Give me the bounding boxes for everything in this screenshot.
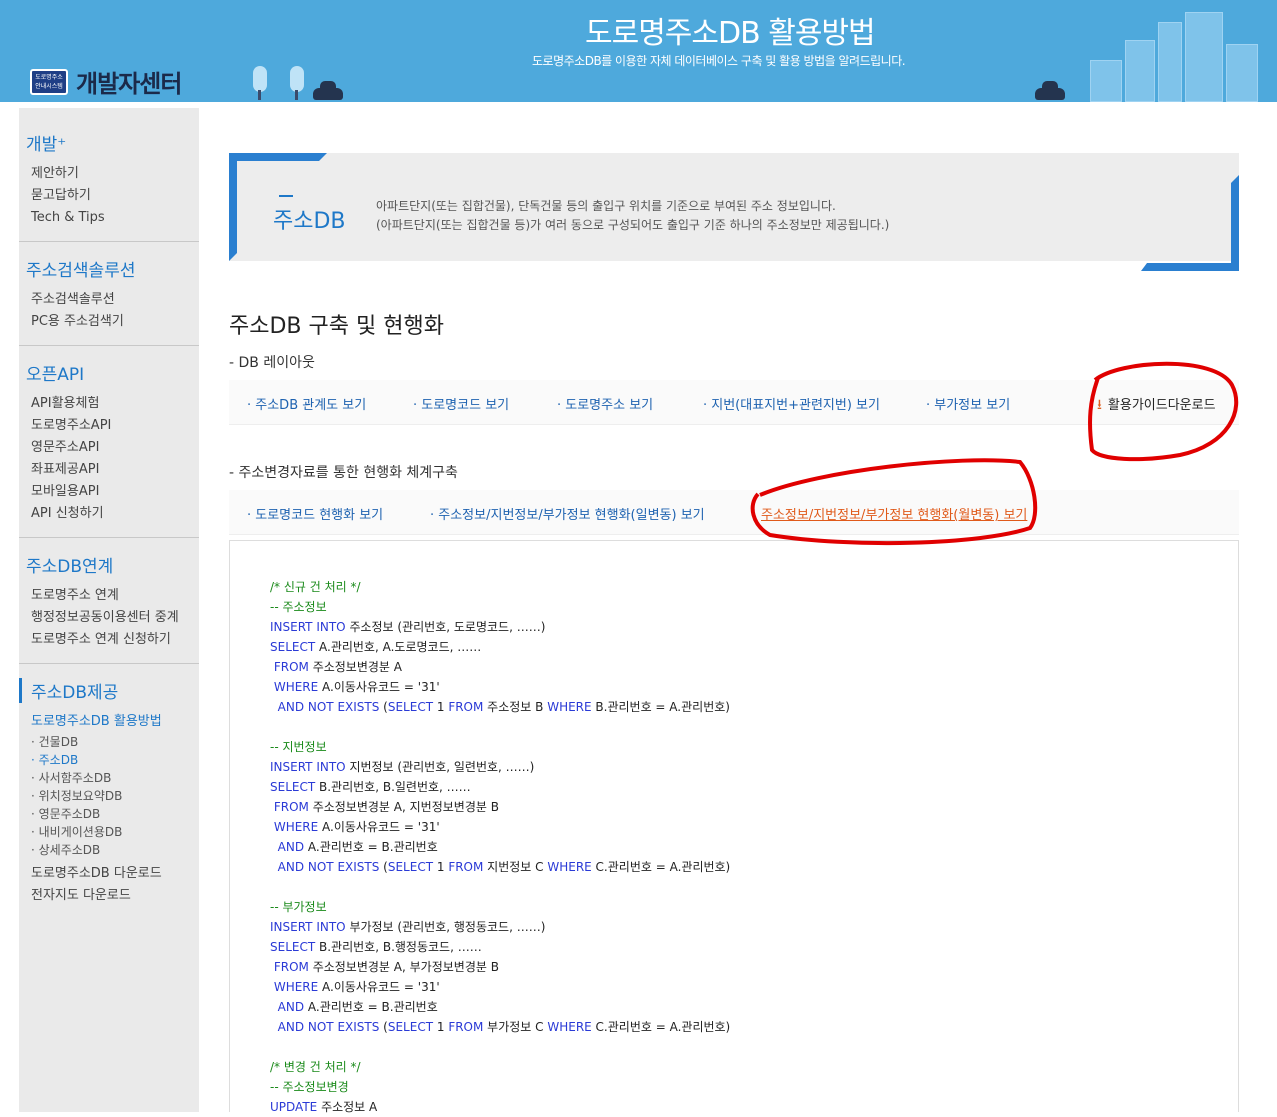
sidebar-link-active[interactable]: 도로명주소DB 활용방법: [19, 711, 199, 733]
section-heading: - DB 레이아웃: [229, 355, 315, 371]
sidebar: 개발⁺ 제안하기 묻고답하기 Tech & Tips 주소검색솔루션 주소검색솔…: [19, 108, 199, 1112]
tab-relation-diagram[interactable]: · 주소DB 관계도 보기: [247, 394, 366, 413]
tab-extra-info[interactable]: · 부가정보 보기: [926, 394, 1010, 413]
update-tab-bar: · 도로명코드 현행화 보기 · 주소정보/지번정보/부가정보 현행화(일변동)…: [229, 490, 1239, 535]
sql-code-block: /* 신규 건 처리 */ -- 주소정보 INSERT INTO 주소정보 (…: [229, 540, 1239, 1114]
banner-desc-line: (아파트단지(또는 집합건물 등)가 여러 동으로 구성되어도 출입구 기준 하…: [376, 218, 890, 232]
sidebar-section-db: 주소DB제공 도로명주소DB 활용방법 · 건물DB · 주소DB · 사서함주…: [19, 664, 199, 907]
sidebar-sublink[interactable]: · 영문주소DB: [19, 805, 199, 823]
layout-tab-bar: · 주소DB 관계도 보기 · 도로명코드 보기 · 도로명주소 보기 · 지번…: [229, 380, 1239, 425]
sidebar-link[interactable]: 주소검색솔루션: [19, 289, 199, 311]
sidebar-link[interactable]: API 신청하기: [19, 503, 199, 525]
sidebar-link[interactable]: 제안하기: [19, 163, 199, 185]
tab-daily-update[interactable]: · 주소정보/지번정보/부가정보 현행화(일변동) 보기: [430, 504, 705, 523]
car-decoration: [1035, 81, 1065, 100]
sidebar-section-title[interactable]: 주소검색솔루션: [19, 256, 199, 281]
sidebar-section-title-active[interactable]: 주소DB제공: [19, 678, 199, 703]
tab-road-code-update[interactable]: · 도로명코드 현행화 보기: [247, 504, 383, 523]
banner-title: 주소DB: [273, 209, 346, 234]
page-title: 주소DB 구축 및 현행화: [229, 314, 444, 339]
building-decoration: [1185, 12, 1223, 102]
sidebar-link[interactable]: 묻고답하기: [19, 185, 199, 207]
sql-code: /* 신규 건 처리 */ -- 주소정보 INSERT INTO 주소정보 (…: [270, 580, 731, 1114]
sidebar-sublink[interactable]: · 위치정보요약DB: [19, 787, 199, 805]
download-guide-label: 활용가이드다운로드: [1107, 398, 1216, 413]
tree-trunk-decoration: [258, 90, 261, 100]
building-decoration: [1158, 22, 1182, 102]
sidebar-link[interactable]: 도로명주소DB 다운로드: [19, 863, 199, 885]
sidebar-section-link: 주소DB연계 도로명주소 연계 행정정보공동이용센터 중계 도로명주소 연계 신…: [19, 538, 199, 664]
logo-badge: 도로명주소 안내시스템: [30, 68, 68, 95]
sidebar-section-title[interactable]: 주소DB연계: [19, 552, 199, 577]
building-decoration: [1090, 60, 1122, 102]
tab-jibun[interactable]: · 지번(대표지번+관련지번) 보기: [703, 394, 880, 413]
sidebar-sublink-active[interactable]: · 주소DB: [19, 751, 199, 769]
sidebar-sublink[interactable]: · 내비게이션용DB: [19, 823, 199, 841]
tab-monthly-update[interactable]: 주소정보/지번정보/부가정보 현행화(월변동) 보기: [761, 504, 1027, 523]
page-header-title: 도로명주소DB 활용방법: [585, 16, 876, 51]
sidebar-link[interactable]: 행정정보공동이용센터 중계: [19, 607, 199, 629]
sidebar-link[interactable]: 도로명주소API: [19, 415, 199, 437]
tree-trunk-decoration: [295, 90, 298, 100]
tab-road-address[interactable]: · 도로명주소 보기: [557, 394, 653, 413]
sidebar-section-search: 주소검색솔루션 주소검색솔루션 PC용 주소검색기: [19, 242, 199, 346]
sidebar-link[interactable]: 좌표제공API: [19, 459, 199, 481]
sidebar-sublink[interactable]: · 상세주소DB: [19, 841, 199, 859]
site-header: 도로명주소 안내시스템 개발자센터 도로명주소DB 활용방법 도로명주소DB를 …: [0, 0, 1277, 102]
logo-text: 개발자센터: [76, 70, 182, 98]
tree-decoration: [290, 66, 304, 92]
sidebar-link[interactable]: 전자지도 다운로드: [19, 885, 199, 907]
section-heading: - 주소변경자료를 통한 현행화 체계구축: [229, 465, 458, 481]
building-decoration: [1226, 44, 1258, 102]
download-icon: ⭳: [1097, 397, 1102, 413]
sidebar-section-title[interactable]: 개발⁺: [19, 130, 199, 155]
sidebar-sublink[interactable]: · 사서함주소DB: [19, 769, 199, 787]
sidebar-link[interactable]: 도로명주소 연계 신청하기: [19, 629, 199, 651]
sidebar-link[interactable]: 도로명주소 연계: [19, 585, 199, 607]
sidebar-sublink[interactable]: · 건물DB: [19, 733, 199, 751]
sidebar-link[interactable]: Tech & Tips: [19, 207, 199, 229]
banner-description: 아파트단지(또는 집합건물), 단독건물 등의 출입구 위치를 기준으로 부여된…: [376, 197, 889, 235]
sidebar-section-dev: 개발⁺ 제안하기 묻고답하기 Tech & Tips: [19, 108, 199, 242]
intro-banner: 주소DB 아파트단지(또는 집합건물), 단독건물 등의 출입구 위치를 기준으…: [229, 153, 1239, 271]
sidebar-link[interactable]: 모바일용API: [19, 481, 199, 503]
sidebar-link[interactable]: API활용체험: [19, 393, 199, 415]
banner-title-mark: [279, 195, 293, 197]
building-decoration: [1125, 40, 1155, 102]
sidebar-section-title[interactable]: 오픈API: [19, 360, 199, 385]
car-decoration: [313, 81, 343, 100]
sidebar-section-api: 오픈API API활용체험 도로명주소API 영문주소API 좌표제공API 모…: [19, 346, 199, 538]
sidebar-link[interactable]: 영문주소API: [19, 437, 199, 459]
tree-decoration: [253, 66, 267, 92]
banner-desc-line: 아파트단지(또는 집합건물), 단독건물 등의 출입구 위치를 기준으로 부여된…: [376, 199, 836, 213]
download-guide-link[interactable]: ⭳ 활용가이드다운로드: [1097, 394, 1216, 418]
tab-road-code[interactable]: · 도로명코드 보기: [413, 394, 509, 413]
site-logo[interactable]: 도로명주소 안내시스템 개발자센터: [30, 64, 182, 99]
page-header-subtitle: 도로명주소DB를 이용한 자체 데이터베이스 구축 및 활용 방법을 알려드립니…: [532, 54, 906, 68]
sidebar-link[interactable]: PC용 주소검색기: [19, 311, 199, 333]
